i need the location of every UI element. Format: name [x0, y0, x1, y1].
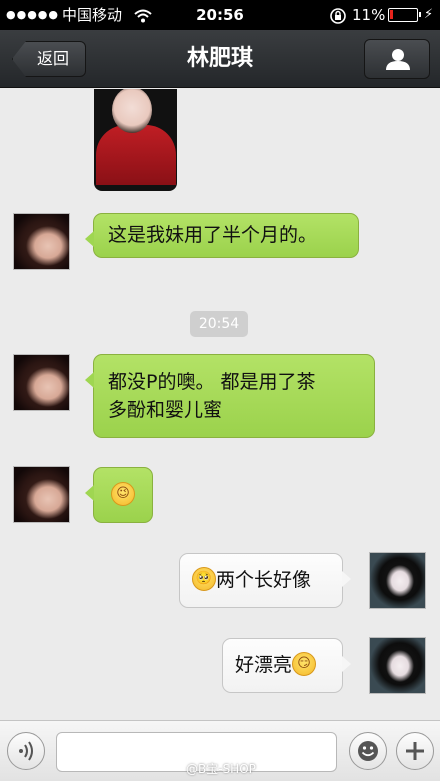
battery-level — [390, 10, 393, 19]
avatar[interactable] — [369, 552, 426, 609]
message-text-line: 都没P的噢。 都是用了茶 — [108, 371, 316, 393]
chat-area[interactable]: 这是我妹用了半个月的。 20:54 都没P的噢。 都是用了茶 多酚和婴儿蜜 😉 … — [0, 89, 440, 720]
charging-icon: ⚡ — [424, 7, 434, 22]
message-bubble[interactable]: 好漂亮 😏 — [222, 638, 351, 693]
battery-percent: 11% — [352, 6, 386, 24]
message-text-line: 多酚和婴儿蜜 — [108, 399, 223, 421]
smirk-emoji-icon: 😏 — [292, 651, 317, 676]
wink-emoji-icon: 😉 — [111, 481, 135, 506]
voice-button[interactable] — [7, 732, 45, 770]
message-text: 两个长好像 — [216, 569, 312, 591]
emoji-button[interactable] — [349, 732, 387, 770]
nav-bar: 林肥琪 返回 — [0, 30, 440, 88]
status-bar: ●●●●● 中国移动 20:56 11% ⚡ — [0, 0, 440, 30]
photo-shirt — [96, 125, 176, 185]
avatar[interactable] — [13, 466, 70, 523]
profile-button[interactable] — [364, 39, 430, 79]
image-message[interactable] — [94, 89, 177, 191]
person-icon — [386, 49, 410, 70]
emoji-face-icon — [358, 741, 378, 761]
voice-icon — [19, 741, 33, 761]
back-button[interactable]: 返回 — [12, 41, 86, 77]
avatar[interactable] — [369, 637, 426, 694]
photo-face — [112, 89, 152, 133]
message-bubble[interactable]: 这是我妹用了半个月的。 — [85, 213, 359, 258]
avatar[interactable] — [13, 354, 70, 411]
avatar[interactable] — [13, 213, 70, 270]
message-bubble[interactable]: 🥺 两个长好像 — [179, 553, 351, 608]
message-text: 好漂亮 — [235, 654, 293, 676]
rotation-lock-icon — [329, 0, 347, 30]
pleading-emoji-icon: 🥺 — [192, 566, 216, 591]
battery-icon — [388, 8, 421, 22]
timestamp-badge: 20:54 — [190, 311, 248, 337]
message-text: 这是我妹用了半个月的。 — [108, 224, 318, 246]
emoji-message-bubble[interactable]: 😉 — [85, 467, 153, 523]
add-button[interactable] — [396, 732, 434, 770]
plus-icon — [406, 742, 424, 760]
watermark: @B宝-SHOP — [186, 762, 256, 776]
message-bubble[interactable]: 都没P的噢。 都是用了茶 多酚和婴儿蜜 — [85, 354, 375, 438]
